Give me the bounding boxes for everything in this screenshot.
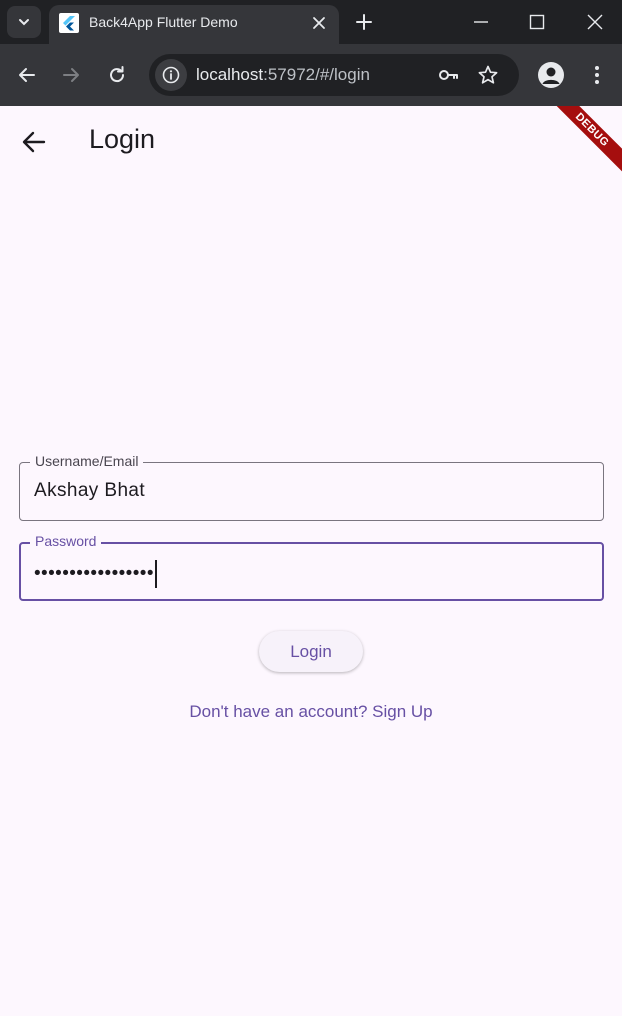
reload-icon[interactable] <box>106 64 128 86</box>
tab-title: Back4App Flutter Demo <box>89 14 238 30</box>
username-field[interactable]: Username/Email Akshay Bhat <box>19 453 604 521</box>
close-window-icon[interactable] <box>585 12 605 32</box>
password-label: Password <box>30 533 102 549</box>
signup-link[interactable]: Don't have an account? Sign Up <box>0 702 622 722</box>
back-arrow-icon[interactable] <box>20 128 48 156</box>
profile-avatar[interactable] <box>538 62 564 88</box>
back-arrow-icon[interactable] <box>16 64 38 86</box>
more-vert-icon[interactable] <box>586 64 608 86</box>
username-value: Akshay Bhat <box>34 480 146 501</box>
debug-banner: DEBUG <box>543 106 622 179</box>
flutter-logo-icon <box>59 13 79 33</box>
url-host: localhost <box>196 65 264 84</box>
star-bookmark-icon[interactable] <box>477 64 499 86</box>
login-button[interactable]: Login <box>259 631 363 672</box>
person-icon <box>542 67 560 84</box>
url-path: :57972/#/login <box>263 65 370 84</box>
password-value: ••••••••••••••••• <box>34 563 154 584</box>
browser-tab-strip: Back4App Flutter Demo <box>0 0 622 44</box>
browser-tab-active[interactable]: Back4App Flutter Demo <box>49 5 339 44</box>
app-viewport: Login DEBUG Username/Email Akshay Bhat P… <box>0 106 622 1016</box>
info-icon <box>162 66 180 84</box>
site-info-button[interactable] <box>155 59 187 91</box>
key-icon[interactable] <box>437 64 459 86</box>
chevron-down-icon <box>19 19 29 26</box>
browser-toolbar: localhost:57972/#/login <box>0 44 622 106</box>
password-value-wrap: ••••••••••••••••• <box>34 560 157 588</box>
username-label: Username/Email <box>30 453 144 469</box>
address-bar[interactable]: localhost:57972/#/login <box>149 54 519 96</box>
text-cursor <box>154 560 157 588</box>
url-text: localhost:57972/#/login <box>196 65 370 85</box>
password-field[interactable]: Password ••••••••••••••••• <box>19 533 604 601</box>
maximize-icon[interactable] <box>527 12 547 32</box>
forward-arrow-icon[interactable] <box>60 64 82 86</box>
close-tab-icon[interactable] <box>310 14 328 32</box>
tab-search-button[interactable] <box>7 6 41 38</box>
new-tab-icon[interactable] <box>354 12 374 32</box>
minimize-icon[interactable] <box>471 12 491 32</box>
page-title: Login <box>89 124 156 154</box>
